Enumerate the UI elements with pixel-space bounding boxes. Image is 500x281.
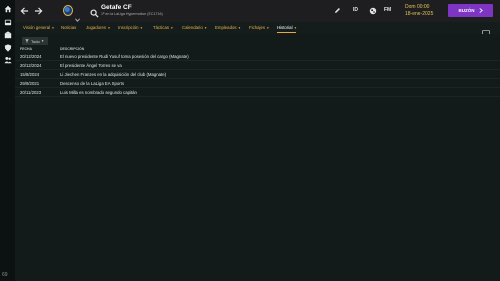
chevron-down-icon: ▾ [294, 25, 297, 30]
pencil-icon[interactable] [333, 6, 342, 15]
tab-empleados[interactable]: Empleados ▾ [215, 23, 240, 32]
filter-label: Todo [31, 38, 40, 44]
table-row[interactable]: 20/12/2024 El nuevo presidente Rudi Yusu… [15, 52, 500, 61]
tab-label: Visión general [23, 25, 51, 30]
tab-label: Noticias [61, 25, 77, 30]
forward-arrow-icon[interactable] [33, 5, 44, 16]
tab-noticias[interactable]: Noticias [61, 23, 76, 32]
team-name[interactable]: Getafe CF [101, 4, 132, 11]
row-description: El presidente Ángel Torres se va [60, 63, 122, 68]
back-arrow-icon[interactable] [19, 5, 30, 16]
club-icon[interactable] [0, 29, 15, 41]
tab-vision-general[interactable]: Visión general ▾ [23, 23, 54, 32]
tab-label: Historial [277, 25, 293, 30]
chevron-down-icon: ▾ [52, 25, 54, 30]
chevron-down-icon[interactable] [75, 9, 80, 22]
id-icon[interactable]: ID [353, 7, 358, 13]
tab-label: Tácticas [153, 25, 169, 30]
row-date: 20/12/2024 [20, 54, 42, 59]
team-subtitle: 1ª en la LaLiga Hypermotion (EC1716) [101, 12, 163, 16]
tab-inscripcion[interactable]: Inscripción ▾ [118, 23, 142, 32]
tab-historial[interactable]: Historial ▾ [277, 23, 297, 33]
row-description: Li Jiechen Franzes en la adquisición del… [60, 72, 167, 77]
tab-fichajes[interactable]: Fichajes ▾ [249, 23, 269, 32]
club-crest-icon[interactable] [63, 5, 73, 16]
column-header-date[interactable]: FECHA [20, 47, 32, 51]
row-date: 29/9/2021 [20, 81, 40, 86]
tab-label: Calendario [182, 25, 203, 30]
column-header-description[interactable]: DESCRIPCIÓN [60, 47, 84, 51]
chevron-down-icon: ▾ [238, 25, 241, 30]
shield-icon[interactable] [0, 42, 15, 54]
sidebar: 69 [0, 0, 15, 281]
tab-label: Jugadores [86, 25, 107, 30]
row-description: Descenso de la LaLiga EA Sports [60, 81, 125, 86]
home-icon[interactable] [0, 3, 15, 15]
tab-jugadores[interactable]: Jugadores ▾ [86, 23, 110, 32]
filter-dropdown[interactable]: Todo ▾ [22, 37, 48, 45]
row-description: El nuevo presidente Rudi Yusuf toma pose… [60, 54, 189, 59]
chevron-down-icon: ▾ [267, 25, 269, 30]
table-row[interactable]: 15/8/2024 Li Jiechen Franzes en la adqui… [15, 70, 500, 79]
chevron-down-icon: ▾ [140, 25, 143, 30]
date-day: 18-ene-2025 [405, 11, 434, 17]
table-row[interactable]: 20/11/2023 Luis Milla es nombrado segund… [15, 88, 500, 97]
table-row[interactable]: 20/12/2024 El presidente Ángel Torres se… [15, 61, 500, 70]
buzon-button[interactable]: BUZÓN [448, 4, 493, 17]
tab-label: Empleados [215, 25, 237, 30]
row-date: 15/8/2024 [20, 72, 40, 77]
date-display[interactable]: Dom 00:00 18-ene-2025 [402, 3, 454, 19]
row-date: 20/12/2024 [20, 63, 42, 68]
row-date: 20/11/2023 [20, 90, 42, 95]
tab-tacticas[interactable]: Tácticas ▾ [153, 23, 173, 32]
row-description: Luis Milla es nombrado segundo capitán [60, 90, 137, 95]
filter-icon [25, 39, 29, 43]
top-bar: Getafe CF 1ª en la LaLiga Hypermotion (E… [15, 0, 500, 22]
chevron-down-icon: ▾ [108, 25, 110, 30]
tab-bar: Visión general ▾ Noticias Jugadores ▾ Insc… [15, 22, 500, 37]
people-icon[interactable] [0, 54, 15, 66]
tab-label: Fichajes [249, 25, 266, 30]
tab-label: Inscripción [118, 25, 139, 30]
sidebar-number: 69 [2, 272, 8, 278]
table-row[interactable]: 29/9/2021 Descenso de la LaLiga EA Sport… [15, 79, 500, 88]
fm-icon[interactable]: FM [384, 7, 391, 13]
history-panel: Todo ▾ FECHA DESCRIPCIÓN 20/12/2024 El n… [15, 34, 500, 281]
chevron-right-icon [478, 8, 483, 13]
globe-icon[interactable] [368, 6, 377, 15]
screen-icon[interactable] [482, 24, 490, 37]
chevron-down-icon: ▾ [204, 25, 207, 30]
inbox-icon[interactable] [0, 16, 15, 28]
date-time: Dom 00:00 [405, 4, 430, 10]
tab-calendario[interactable]: Calendario ▾ [182, 23, 207, 32]
chevron-down-icon: ▾ [171, 25, 173, 30]
search-icon[interactable] [90, 5, 99, 18]
buzon-label: BUZÓN [458, 8, 475, 13]
chevron-down-icon: ▾ [41, 39, 44, 43]
